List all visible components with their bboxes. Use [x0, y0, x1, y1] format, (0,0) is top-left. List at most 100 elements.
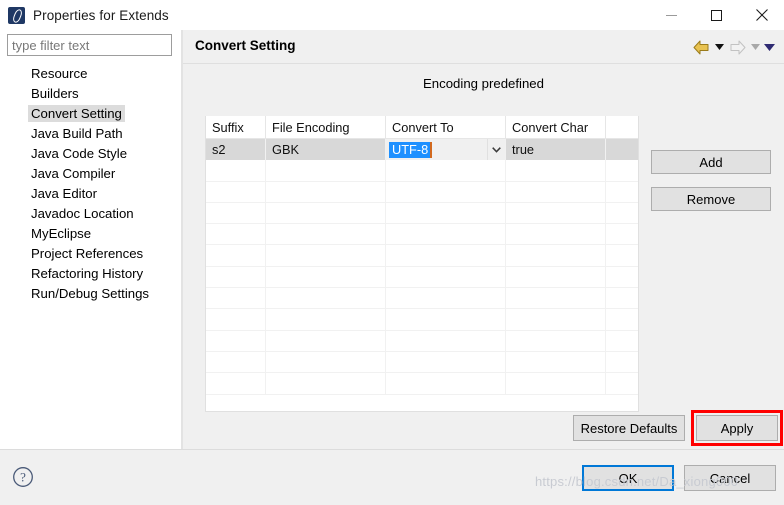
cell-convert-to-editor[interactable]: UTF-8 [386, 139, 506, 161]
table-row[interactable] [206, 245, 638, 267]
table-row[interactable] [206, 181, 638, 203]
cell-suffix[interactable]: s2 [206, 139, 266, 161]
cell-empty[interactable] [266, 288, 386, 310]
cell-empty[interactable] [506, 160, 606, 182]
minimize-icon[interactable] [649, 0, 694, 30]
table-row[interactable] [206, 224, 638, 246]
table-row[interactable] [206, 202, 638, 225]
cell-empty[interactable] [266, 266, 386, 289]
table-row[interactable] [206, 351, 638, 374]
tree-item-run-debug-settings[interactable]: Run/Debug Settings [0, 283, 181, 303]
cell-empty[interactable] [606, 245, 638, 266]
cell-empty[interactable] [606, 267, 638, 288]
back-arrow-icon[interactable] [690, 37, 712, 57]
help-icon[interactable]: ? [12, 466, 34, 488]
add-button[interactable]: Add [651, 150, 771, 174]
cell-empty[interactable] [506, 351, 606, 374]
cell-empty[interactable] [266, 330, 386, 352]
cell-empty[interactable] [386, 245, 506, 267]
table-row[interactable]: s2 GBK UTF-8 true [206, 139, 638, 161]
cell-empty[interactable] [386, 288, 506, 310]
cell-empty[interactable] [386, 373, 506, 395]
cell-empty[interactable] [386, 181, 506, 203]
tree-item-javadoc-location[interactable]: Javadoc Location [0, 203, 181, 223]
cell-empty[interactable] [606, 331, 638, 352]
cell-empty[interactable] [506, 224, 606, 246]
cell-empty[interactable] [266, 245, 386, 267]
cell-empty[interactable] [506, 202, 606, 225]
restore-defaults-button[interactable]: Restore Defaults [573, 415, 685, 441]
cell-empty[interactable] [266, 351, 386, 374]
cell-empty[interactable] [606, 352, 638, 373]
cell-empty[interactable] [506, 330, 606, 352]
cell-empty[interactable] [206, 373, 266, 395]
cell-empty[interactable] [206, 160, 266, 182]
view-menu-icon[interactable] [762, 37, 776, 57]
table-row[interactable] [206, 309, 638, 331]
tree-item-java-build-path[interactable]: Java Build Path [0, 123, 181, 143]
cancel-button[interactable]: Cancel [684, 465, 776, 491]
cell-convert-char[interactable]: true [506, 139, 606, 161]
cell-empty[interactable] [386, 309, 506, 331]
cell-empty[interactable] [206, 181, 266, 203]
cell-empty[interactable] [606, 203, 638, 224]
remove-button[interactable]: Remove [651, 187, 771, 211]
column-header-file-encoding[interactable]: File Encoding [266, 116, 386, 139]
tree-item-java-editor[interactable]: Java Editor [0, 183, 181, 203]
filter-input[interactable] [7, 34, 172, 56]
cell-empty[interactable] [266, 181, 386, 203]
chevron-down-icon[interactable] [487, 139, 505, 161]
cell-empty[interactable] [386, 330, 506, 352]
cell-empty[interactable] [506, 373, 606, 395]
column-header-suffix[interactable]: Suffix [206, 116, 266, 139]
tree-item-convert-setting[interactable]: Convert Setting [0, 103, 181, 123]
cell-empty[interactable] [606, 288, 638, 309]
column-header-convert-char[interactable]: Convert Char [506, 116, 606, 139]
tree-item-java-compiler[interactable]: Java Compiler [0, 163, 181, 183]
tree-item-myeclipse[interactable]: MyEclipse [0, 223, 181, 243]
table-row[interactable] [206, 266, 638, 289]
cell-empty[interactable] [506, 266, 606, 289]
cell-empty[interactable] [266, 309, 386, 331]
cell-empty[interactable] [266, 160, 386, 182]
cell-empty[interactable] [206, 288, 266, 310]
cell-empty[interactable] [386, 266, 506, 289]
cell-empty[interactable] [506, 309, 606, 331]
cell-empty[interactable] [206, 351, 266, 374]
cell-empty[interactable] [206, 309, 266, 331]
cell-empty[interactable] [606, 182, 638, 203]
cell-empty[interactable] [506, 245, 606, 267]
cell-empty[interactable] [206, 245, 266, 267]
column-header-extra[interactable] [606, 116, 638, 139]
tree-item-builders[interactable]: Builders [0, 83, 181, 103]
tree-item-refactoring-history[interactable]: Refactoring History [0, 263, 181, 283]
tree-item-project-references[interactable]: Project References [0, 243, 181, 263]
cell-empty[interactable] [206, 202, 266, 225]
close-icon[interactable] [739, 0, 784, 30]
column-header-convert-to[interactable]: Convert To [386, 116, 506, 139]
table-row[interactable] [206, 373, 638, 395]
table-row[interactable] [206, 160, 638, 182]
encoding-table[interactable]: Suffix File Encoding Convert To Convert … [205, 116, 639, 412]
cell-empty[interactable] [506, 181, 606, 203]
tree-item-resource[interactable]: Resource [0, 63, 181, 83]
cell-empty[interactable] [266, 224, 386, 246]
cell-empty[interactable] [606, 373, 638, 394]
cell-empty[interactable] [386, 224, 506, 246]
table-row[interactable] [206, 288, 638, 310]
apply-button[interactable]: Apply [696, 415, 778, 441]
cell-empty[interactable] [606, 160, 638, 181]
cell-empty[interactable] [506, 288, 606, 310]
cell-empty[interactable] [206, 266, 266, 289]
cell-empty[interactable] [606, 309, 638, 330]
ok-button[interactable]: OK [582, 465, 674, 491]
cell-empty[interactable] [606, 224, 638, 245]
cell-empty[interactable] [206, 224, 266, 246]
tree-item-java-code-style[interactable]: Java Code Style [0, 143, 181, 163]
cell-empty[interactable] [266, 202, 386, 225]
table-row[interactable] [206, 330, 638, 352]
cell-empty[interactable] [386, 351, 506, 374]
cell-empty[interactable] [206, 330, 266, 352]
maximize-icon[interactable] [694, 0, 739, 30]
back-dropdown-icon[interactable] [712, 37, 726, 57]
